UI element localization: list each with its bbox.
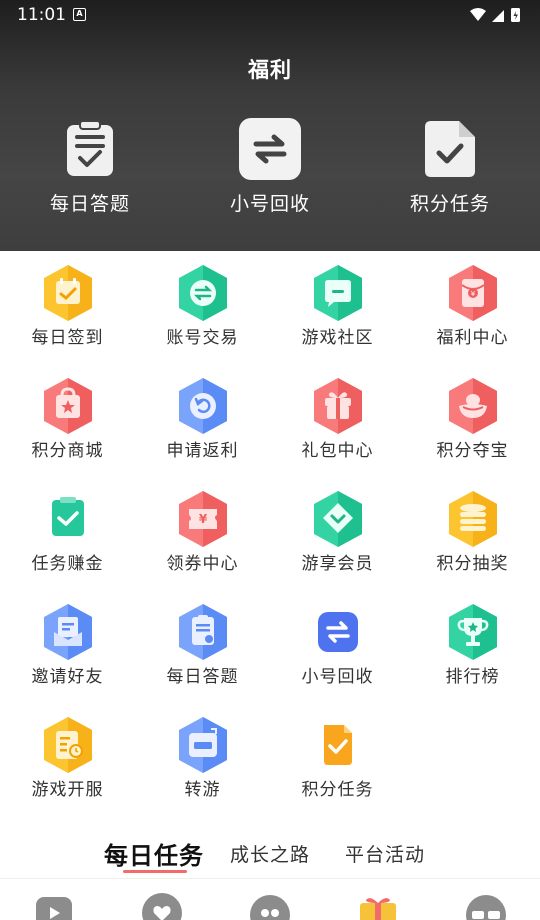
quiz-clipboard-icon [59, 118, 121, 180]
vip-diamond-icon [308, 489, 368, 549]
grid-item-coupon-center[interactable]: ¥ 领券中心 [135, 489, 270, 574]
coupon-icon: ¥ [173, 489, 233, 549]
quick-item-daily-quiz[interactable]: 每日答题 [20, 118, 160, 216]
grid-item-label: 转游 [184, 780, 221, 800]
grid-item-label: 邀请好友 [31, 667, 104, 687]
grid-item-label: 领券中心 [166, 554, 239, 574]
grid-item-points-task[interactable]: 积分任务 [270, 715, 405, 800]
quick-item-points-task[interactable]: 积分任务 [380, 118, 520, 216]
grid-item-gift-center[interactable]: 礼包中心 [270, 376, 405, 461]
quick-item-label: 小号回收 [229, 193, 310, 215]
grid-item-daily-checkin[interactable]: 每日签到 [0, 263, 135, 348]
status-a-icon: A [73, 8, 86, 21]
grid-item-label: 福利中心 [436, 328, 509, 348]
profile-glasses-icon[interactable] [464, 893, 508, 920]
svg-text:¥: ¥ [198, 512, 207, 526]
status-time: 11:01 [17, 5, 66, 25]
grid-item-points-treasure[interactable]: 积分夺宝 [405, 376, 540, 461]
grid-item-vip-member[interactable]: 游享会员 [270, 489, 405, 574]
grid-item-daily-quiz[interactable]: 每日答题 [135, 602, 270, 687]
quick-item-account-recycle[interactable]: 小号回收 [200, 118, 340, 216]
grid-item-task-earn[interactable]: 任务赚金 [0, 489, 135, 574]
grid-item-points-mall[interactable]: 积分商城 [0, 376, 135, 461]
quiz-clipboard-icon [173, 602, 233, 662]
grid-item-label: 账号交易 [166, 328, 239, 348]
tab-platform-events[interactable]: 平台活动 [345, 840, 425, 867]
grid-item-invite-friends[interactable]: 邀请好友 [0, 602, 135, 687]
grid-item-label: 小号回收 [301, 667, 374, 687]
bottom-nav [0, 878, 540, 920]
transfer-game-icon [173, 715, 233, 775]
task-doc-check-icon [308, 715, 368, 775]
grid-item-label: 排行榜 [445, 667, 500, 687]
grid-item-account-trade[interactable]: 账号交易 [135, 263, 270, 348]
grid-item-account-recycle[interactable]: 小号回收 [270, 602, 405, 687]
grid-item-label: 游戏社区 [301, 328, 374, 348]
grid-item-label: 游享会员 [301, 554, 374, 574]
page-title: 福利 [248, 58, 292, 82]
grid-item-label: 任务赚金 [31, 554, 104, 574]
community-icon[interactable] [248, 893, 292, 920]
status-bar: 11:01 A [0, 0, 540, 30]
grid-item-game-community[interactable]: 游戏社区 [270, 263, 405, 348]
exchange-icon [173, 263, 233, 323]
grid-item-label: 游戏开服 [31, 780, 104, 800]
wifi-icon [470, 8, 486, 21]
red-envelope-icon: ¥ [443, 263, 503, 323]
tab-active-indicator [123, 870, 187, 873]
tab-daily-tasks[interactable]: 每日任务 [104, 836, 204, 871]
trophy-icon [443, 602, 503, 662]
grid-item-label: 每日答题 [166, 667, 239, 687]
coin-stack-icon [443, 489, 503, 549]
svg-text:¥: ¥ [470, 290, 475, 298]
favorite-icon[interactable] [140, 893, 184, 920]
refund-icon [173, 376, 233, 436]
signal-icon [492, 10, 504, 22]
grid-item-points-lottery[interactable]: 积分抽奖 [405, 489, 540, 574]
grid-item-welfare-center[interactable]: ¥ 福利中心 [405, 263, 540, 348]
shopping-bag-icon [38, 376, 98, 436]
treasure-icon [443, 376, 503, 436]
grid-item-game-server-open[interactable]: 游戏开服 [0, 715, 135, 800]
swap-arrows-icon [308, 602, 368, 662]
grid-item-label: 积分抽奖 [436, 554, 509, 574]
calendar-check-icon [38, 263, 98, 323]
home-game-icon[interactable] [32, 893, 76, 920]
gift-box-icon [308, 376, 368, 436]
invite-mail-icon [38, 602, 98, 662]
gift-icon[interactable] [356, 893, 400, 920]
task-doc-check-icon [419, 118, 481, 180]
server-open-icon [38, 715, 98, 775]
grid-item-label: 每日签到 [31, 328, 104, 348]
grid-item-apply-rebate[interactable]: 申请返利 [135, 376, 270, 461]
tab-growth-path[interactable]: 成长之路 [230, 840, 310, 867]
swap-arrows-icon [239, 118, 301, 180]
grid-item-leaderboard[interactable]: 排行榜 [405, 602, 540, 687]
status-icons [470, 8, 520, 22]
quick-item-label: 积分任务 [409, 193, 490, 215]
grid-item-label: 申请返利 [166, 441, 239, 461]
quick-item-label: 每日答题 [49, 193, 130, 215]
grid-item-label: 积分任务 [301, 780, 374, 800]
task-tabs: 每日任务 成长之路 平台活动 [0, 834, 540, 878]
grid-item-label: 礼包中心 [301, 441, 374, 461]
clipboard-check-icon [38, 489, 98, 549]
grid-item-transfer-game[interactable]: 转游 [135, 715, 270, 800]
grid-item-label: 积分夺宝 [436, 441, 509, 461]
header: 11:01 A 福利 每日答题 小号回收 积分任务 [0, 0, 540, 251]
grid-item-label: 积分商城 [31, 441, 104, 461]
chat-bubble-icon [308, 263, 368, 323]
